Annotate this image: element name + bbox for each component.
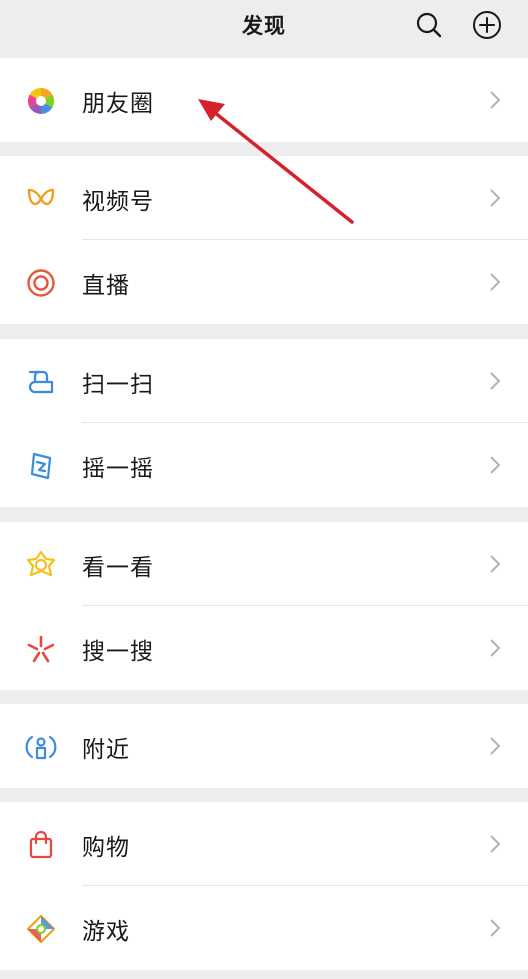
- page-title: 发现: [242, 14, 286, 38]
- list-item-search[interactable]: 搜一搜: [0, 606, 528, 690]
- add-icon: [473, 11, 501, 39]
- chevron-right-icon: [490, 639, 501, 657]
- list-item-shake[interactable]: 摇一摇: [0, 423, 528, 507]
- chevron-right-icon: [490, 737, 501, 755]
- discover-page: 发现 朋友圈 视频号 直播 扫一扫 摇一摇 看一看 搜一搜 附近 购物 游戏: [0, 0, 528, 979]
- search-icon: [416, 12, 442, 38]
- list-item-moments[interactable]: 朋友圈: [0, 58, 528, 142]
- scan-icon: [24, 365, 58, 399]
- group-stories-search: 看一看 搜一搜: [0, 522, 528, 690]
- live-icon: [24, 266, 58, 300]
- search-button[interactable]: [412, 8, 446, 42]
- list-item-label: 视频号: [82, 189, 154, 215]
- chevron-right-icon: [490, 456, 501, 474]
- chevron-right-icon: [490, 555, 501, 573]
- chevron-right-icon: [490, 189, 501, 207]
- chevron-right-icon: [490, 919, 501, 937]
- group-shopping-games: 购物 游戏: [0, 802, 528, 970]
- list-item-label: 扫一扫: [82, 372, 154, 398]
- shopping-icon: [24, 828, 58, 862]
- list-item-label: 直播: [82, 273, 130, 299]
- list-item-channels[interactable]: 视频号: [0, 156, 528, 240]
- group-nearby: 附近: [0, 704, 528, 788]
- nearby-icon: [24, 730, 58, 764]
- chevron-right-icon: [490, 273, 501, 291]
- games-icon: [24, 912, 58, 946]
- list-item-nearby[interactable]: 附近: [0, 704, 528, 788]
- chevron-right-icon: [490, 835, 501, 853]
- list-item-scan[interactable]: 扫一扫: [0, 339, 528, 423]
- list-item-live[interactable]: 直播: [0, 240, 528, 324]
- moments-icon: [24, 84, 58, 118]
- list-item-top-stories[interactable]: 看一看: [0, 522, 528, 606]
- list-item-label: 附近: [82, 737, 130, 763]
- list-item-label: 摇一摇: [82, 456, 154, 482]
- channels-icon: [24, 182, 58, 216]
- list-item-games[interactable]: 游戏: [0, 886, 528, 970]
- shake-icon: [24, 449, 58, 483]
- chevron-right-icon: [490, 91, 501, 109]
- list-item-label: 朋友圈: [82, 91, 154, 117]
- group-moments: 朋友圈: [0, 58, 528, 142]
- top-bar: 发现: [0, 0, 528, 56]
- list-item-label: 购物: [82, 835, 130, 861]
- group-channels: 视频号 直播: [0, 156, 528, 324]
- group-scan-shake: 扫一扫 摇一摇: [0, 339, 528, 507]
- top-stories-icon: [24, 548, 58, 582]
- list-item-label: 看一看: [82, 555, 154, 581]
- list-item-label: 游戏: [82, 919, 130, 945]
- chevron-right-icon: [490, 372, 501, 390]
- add-button[interactable]: [470, 8, 504, 42]
- list-item-label: 搜一搜: [82, 639, 154, 665]
- list-item-shopping[interactable]: 购物: [0, 802, 528, 886]
- search-search-icon: [24, 632, 58, 666]
